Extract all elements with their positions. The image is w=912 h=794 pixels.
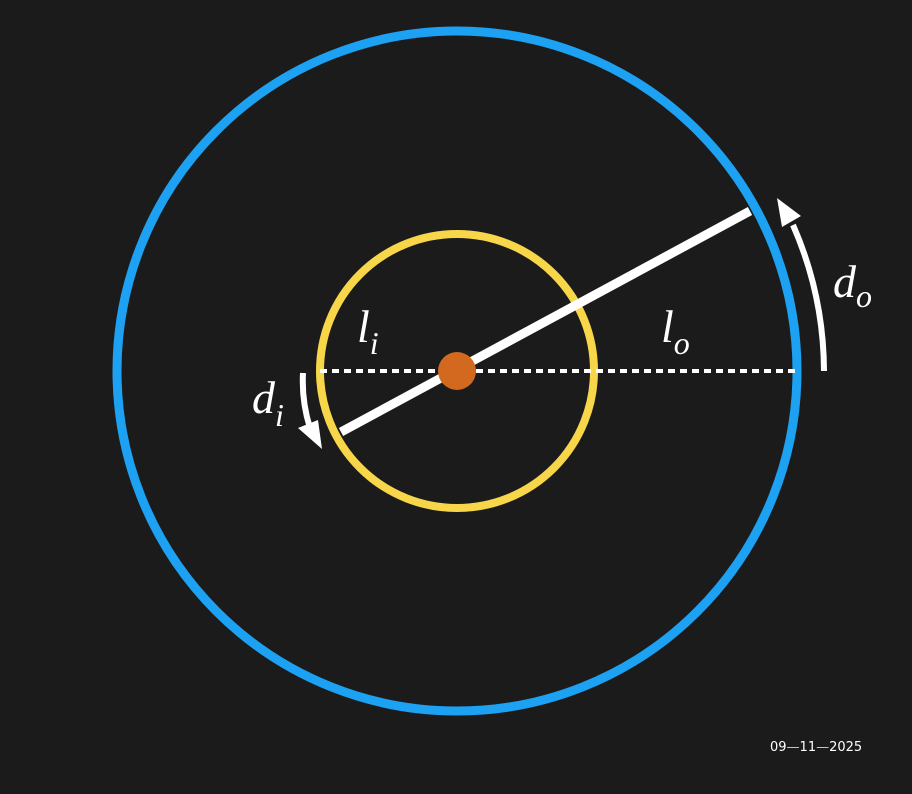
- date-stamp: 09—11—2025: [770, 740, 862, 755]
- background: [0, 0, 912, 794]
- lever-diagram: li lo di do 09—11—2025: [0, 0, 912, 794]
- pivot-dot: [438, 352, 476, 390]
